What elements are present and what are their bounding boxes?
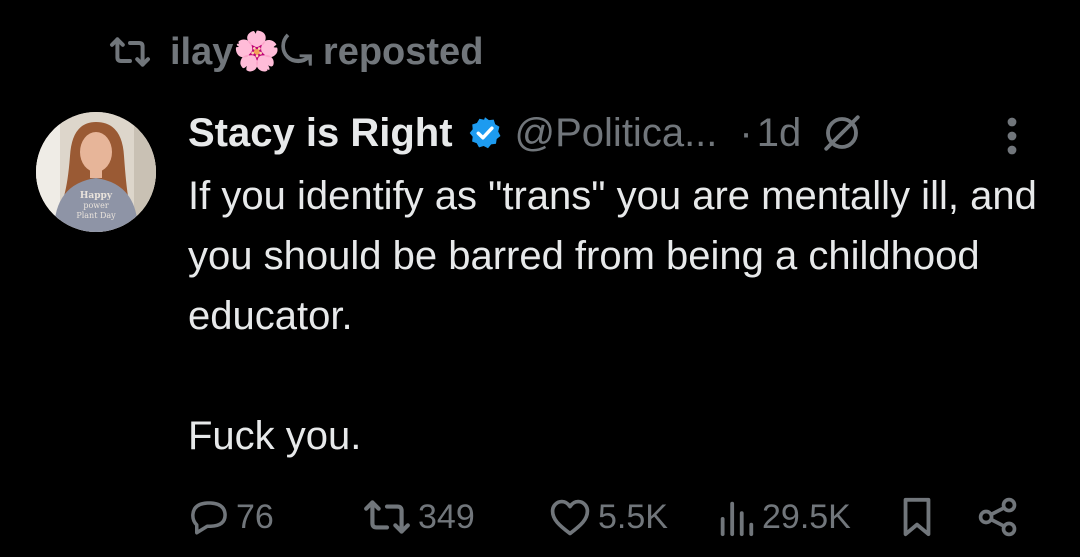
post-time[interactable]: 1d — [757, 111, 802, 156]
avatar-shirt-line2: power — [83, 201, 109, 210]
avatar[interactable]: Happy power Plant Day — [36, 112, 156, 232]
grok-icon[interactable] — [821, 112, 863, 154]
repost-action-icon — [362, 496, 412, 538]
like-count: 5.5K — [598, 497, 668, 536]
repost-button[interactable]: 349 — [362, 490, 475, 544]
verified-badge-icon[interactable] — [467, 115, 503, 151]
reply-button[interactable]: 76 — [188, 490, 274, 544]
views-count: 29.5K — [762, 497, 851, 536]
heart-icon — [548, 496, 592, 538]
tweet-header: Stacy is Right @Politica... · 1d — [188, 106, 1050, 160]
tweet-text: If you identify as "trans" you are menta… — [188, 174, 1037, 458]
views-chart-icon — [716, 496, 756, 538]
repost-label: reposted — [322, 31, 484, 73]
views-button[interactable]: 29.5K — [716, 490, 851, 544]
author-handle[interactable]: @Politica... — [515, 111, 718, 156]
bookmark-button[interactable] — [900, 490, 934, 544]
separator-dot: · — [739, 110, 753, 155]
reposter-name[interactable]: ilay🌸⤿ — [170, 31, 312, 73]
like-button[interactable]: 5.5K — [548, 490, 668, 544]
repost-context[interactable]: ilay🌸⤿ reposted — [108, 28, 483, 76]
reply-count: 76 — [236, 497, 274, 536]
repost-icon — [108, 34, 152, 70]
share-icon — [976, 496, 1020, 538]
action-bar: 76 349 5.5K 29.5K — [0, 490, 1080, 544]
repost-count: 349 — [418, 497, 475, 536]
bookmark-icon — [900, 496, 934, 538]
author-name[interactable]: Stacy is Right — [188, 111, 453, 156]
share-button[interactable] — [976, 490, 1020, 544]
reply-icon — [188, 496, 230, 538]
more-options-icon[interactable] — [1002, 114, 1022, 158]
avatar-shirt-line3: Plant Day — [76, 211, 116, 220]
avatar-shirt-line1: Happy — [80, 191, 113, 201]
